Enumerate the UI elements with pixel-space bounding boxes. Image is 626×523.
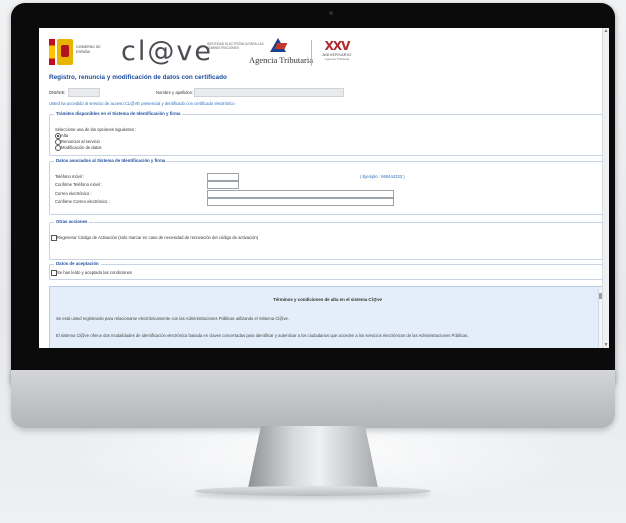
gobierno-logo: GOBIERNO DE ESPAÑA [49, 39, 109, 65]
identity-row: DNI/NIE: Nombre y apellidos: [49, 88, 589, 97]
option-modificacion-label: Modificación de datos [61, 145, 102, 150]
otras-fieldset: Otras acciones Regenerar Código de Activ… [49, 219, 606, 260]
access-notice: Usted ha accedido al servicio de acceso … [49, 101, 235, 106]
monitor-chin [11, 370, 615, 428]
telefono-input[interactable] [207, 173, 239, 181]
page-title: Registro, renuncia y modificación de dat… [49, 74, 227, 81]
browser-screen: GOBIERNO DE ESPAÑA cl@ve Identidad elect… [39, 28, 609, 348]
confirm-correo-label: Confirme Correo electrónico : [55, 199, 110, 204]
option-alta-label: Alta [61, 133, 69, 138]
monitor-stand [248, 426, 378, 488]
confirm-telefono-label: Confirme Teléfono móvil : [55, 182, 103, 187]
logo-divider [311, 40, 312, 66]
dni-label: DNI/NIE: [49, 90, 66, 95]
correo-input[interactable] [207, 190, 394, 198]
name-label: Nombre y apellidos: [156, 90, 194, 95]
confirm-correo-input[interactable] [207, 198, 394, 206]
telefono-example: ( Ejemplo : 666444333 ) [360, 174, 405, 179]
datos-fieldset: Datos asociados al Sistema de Identifica… [49, 158, 606, 215]
tramites-intro: Seleccione una de las opciones siguiente… [55, 127, 137, 132]
gobierno-text: GOBIERNO DE ESPAÑA [76, 45, 101, 54]
tramites-fieldset: Trámites disponibles en el Sistema de Id… [49, 111, 606, 156]
regenerar-label: Regenerar Código de Activación (solo mar… [57, 235, 259, 240]
aeat-mark-icon [270, 38, 286, 52]
aeat-logo: Agencia Tributaria [249, 38, 313, 65]
name-field [194, 88, 344, 97]
terms-paragraph-2: El sistema Cl@ve ofrece dos modalidades … [56, 333, 469, 338]
aceptacion-fieldset: Datos de aceptación Se han leído y acept… [49, 261, 606, 280]
page-header: GOBIERNO DE ESPAÑA cl@ve Identidad elect… [49, 36, 597, 70]
monitor-bezel: GOBIERNO DE ESPAÑA cl@ve Identidad elect… [11, 3, 615, 383]
terms-box[interactable]: Términos y condiciones de alta en el sis… [49, 286, 606, 348]
scroll-up-icon[interactable]: ▲ [603, 28, 609, 34]
camera-dot [329, 11, 333, 15]
terms-paragraph-1: Se está usted registrando para relaciona… [56, 316, 290, 321]
telefono-label: Teléfono móvil : [55, 174, 85, 179]
accept-label: Se han leído y aceptado las condiciones [57, 270, 132, 275]
anniversary-sub: Agencia Tributaria [324, 57, 350, 61]
dni-field [68, 88, 100, 97]
coat-of-arms-icon [57, 39, 73, 65]
clave-logo-text: cl@ve [121, 36, 213, 67]
option-renunciar-label: Renunciar al servicio [61, 139, 100, 144]
correo-label: Correo electrónico : [55, 191, 92, 196]
terms-title: Términos y condiciones de alta en el sis… [273, 297, 382, 302]
tramites-legend: Trámites disponibles en el Sistema de Id… [54, 111, 183, 116]
aeat-name: Agencia Tributaria [249, 55, 313, 65]
anniversary-roman: XXV [324, 39, 351, 53]
page-scrollbar[interactable]: ▲ ▼ [602, 28, 609, 348]
datos-legend: Datos asociados al Sistema de Identifica… [54, 158, 168, 163]
anniversary-logo: XXV ANIVERSARIO Agencia Tributaria [317, 39, 357, 61]
clave-logo: cl@ve [121, 36, 213, 68]
otras-legend: Otras acciones [54, 219, 90, 224]
monitor-base [195, 486, 431, 496]
aceptacion-legend: Datos de aceptación [54, 261, 101, 266]
scroll-down-icon[interactable]: ▼ [603, 342, 609, 348]
spain-flag-icon [49, 39, 55, 65]
confirm-telefono-input[interactable] [207, 181, 239, 189]
